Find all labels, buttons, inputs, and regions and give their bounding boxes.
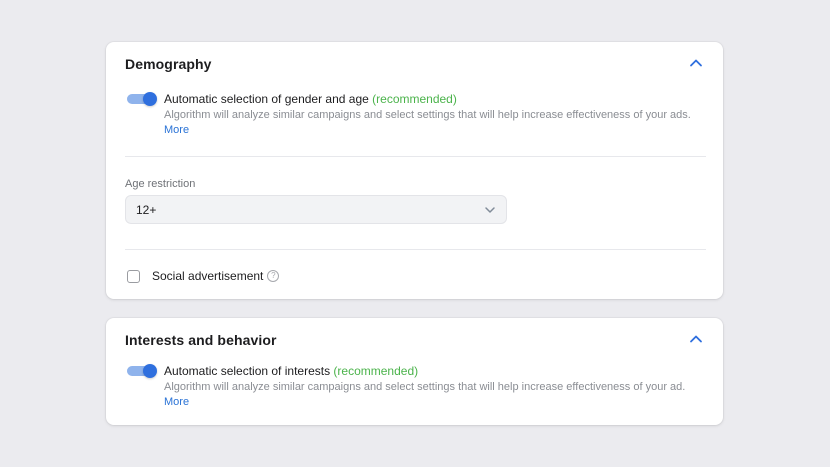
demography-collapse-button[interactable]: [688, 56, 704, 70]
toggle-knob: [143, 364, 157, 378]
auto-interests-text: Automatic selection of interests (recomm…: [164, 363, 704, 410]
toggle-knob: [143, 92, 157, 106]
recommended-tag: (recommended): [372, 92, 457, 106]
social-ad-checkbox[interactable]: [127, 269, 140, 283]
chevron-up-icon: [690, 59, 702, 67]
age-restriction-value: 12+: [136, 202, 157, 217]
divider: [125, 249, 706, 250]
social-ad-row: Social advertisement ?: [127, 269, 280, 283]
chevron-down-icon: [485, 206, 495, 213]
auto-interests-description: Algorithm will analyze similar campaigns…: [164, 380, 704, 410]
description-text: Algorithm will analyze similar campaigns…: [164, 381, 686, 393]
demography-card: Demography Automatic selection of gender…: [106, 42, 723, 299]
age-restriction-label: Age restriction: [125, 178, 196, 190]
divider: [125, 156, 706, 157]
toggle-label-text: Automatic selection of interests: [164, 364, 331, 378]
help-icon[interactable]: ?: [267, 270, 280, 282]
interests-card: Interests and behavior Automatic selecti…: [106, 318, 723, 425]
auto-interests-label: Automatic selection of interests (recomm…: [164, 363, 704, 379]
age-restriction-select[interactable]: 12+: [125, 195, 507, 224]
auto-gender-age-label: Automatic selection of gender and age (r…: [164, 91, 704, 107]
auto-gender-age-text: Automatic selection of gender and age (r…: [164, 91, 704, 138]
auto-interests-toggle[interactable]: [127, 364, 157, 378]
more-link[interactable]: More: [164, 124, 189, 136]
recommended-tag: (recommended): [333, 364, 419, 378]
social-ad-label[interactable]: Social advertisement: [152, 269, 263, 283]
description-text: Algorithm will analyze similar campaigns…: [164, 109, 691, 121]
more-link[interactable]: More: [164, 396, 189, 408]
interests-collapse-button[interactable]: [688, 332, 704, 346]
auto-gender-age-row: Automatic selection of gender and age (r…: [127, 91, 704, 138]
auto-interests-row: Automatic selection of interests (recomm…: [127, 363, 704, 410]
auto-gender-age-description: Algorithm will analyze similar campaigns…: [164, 108, 704, 138]
demography-title: Demography: [125, 56, 212, 72]
interests-title: Interests and behavior: [125, 332, 277, 348]
auto-gender-age-toggle[interactable]: [127, 92, 157, 106]
toggle-label-text: Automatic selection of gender and age: [164, 92, 369, 106]
chevron-up-icon: [690, 335, 702, 343]
